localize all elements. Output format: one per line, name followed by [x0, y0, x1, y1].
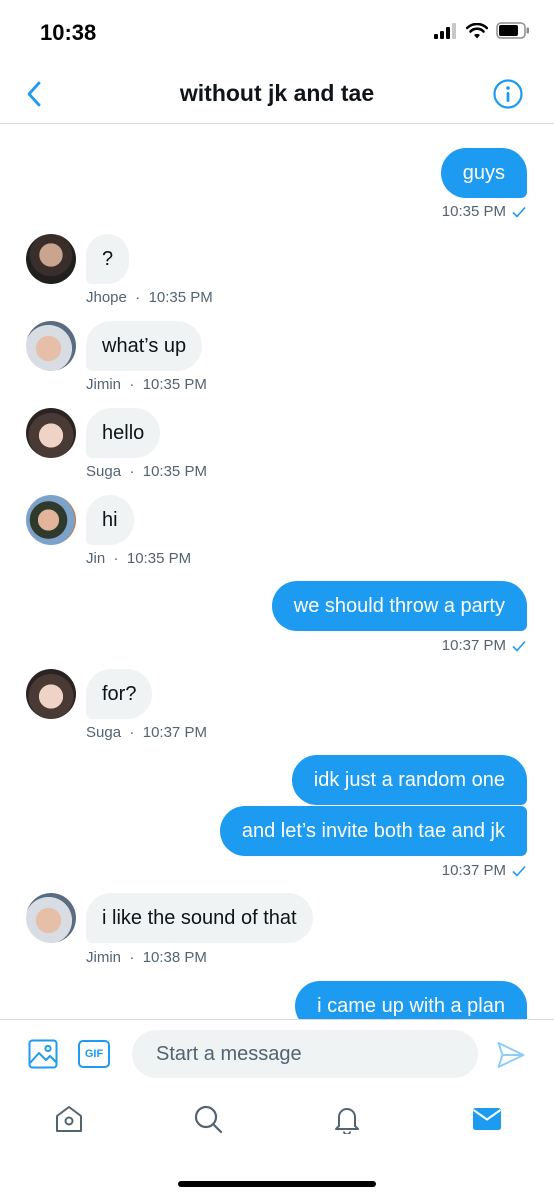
meta-separator: ·	[125, 724, 139, 741]
message-time: 10:37 PM	[441, 862, 506, 879]
suga-avatar[interactable]	[26, 408, 76, 458]
message-meta: Suga · 10:35 PM	[86, 463, 207, 480]
message-bubble-sent[interactable]: i came up with a plan	[295, 981, 527, 1019]
message-bubble-sent[interactable]: and let’s invite both tae and jk	[219, 806, 527, 856]
read-check-icon	[512, 640, 526, 652]
jhope-avatar[interactable]	[26, 234, 76, 284]
messages-icon	[472, 1108, 502, 1130]
signal-icon	[434, 22, 456, 39]
message-list[interactable]: guys 10:35 PM ? Jhope · 10:35 PM what’s …	[0, 125, 554, 1019]
tab-home[interactable]	[51, 1101, 87, 1137]
message-meta: Jin · 10:35 PM	[86, 550, 191, 567]
message-meta: 10:35 PM	[442, 203, 526, 220]
message-sender: Jhope	[86, 289, 127, 306]
meta-separator: ·	[125, 463, 139, 480]
read-check-icon	[512, 865, 526, 877]
message-sender: Suga	[86, 724, 122, 741]
info-icon	[493, 79, 523, 109]
message-meta: 10:37 PM	[442, 637, 526, 654]
meta-separator: ·	[131, 289, 145, 306]
meta-separator: ·	[125, 376, 139, 393]
message-time: 10:35 PM	[142, 463, 207, 480]
tab-search[interactable]	[190, 1101, 226, 1137]
meta-separator: ·	[109, 550, 123, 567]
message-bubble-received[interactable]: ?	[86, 234, 130, 284]
message-sender: Suga	[86, 463, 122, 480]
read-check-icon	[512, 206, 526, 218]
message-meta: Jhope · 10:35 PM	[86, 289, 213, 306]
status-icons	[434, 22, 530, 39]
suga-avatar[interactable]	[26, 669, 76, 719]
message-time: 10:37 PM	[441, 637, 506, 654]
message-bubble-received[interactable]: for?	[86, 669, 153, 719]
conversation-title: without jk and tae	[179, 80, 375, 106]
message-time: 10:35 PM	[126, 550, 192, 567]
image-icon	[28, 1039, 58, 1069]
jin-avatar[interactable]	[26, 495, 76, 545]
add-photo-button[interactable]	[28, 1039, 60, 1071]
jimin-avatar[interactable]	[26, 321, 76, 371]
message-time: 10:35 PM	[142, 376, 207, 393]
message-bubble-received[interactable]: hello	[86, 408, 161, 458]
gif-button[interactable]: GIF	[78, 1040, 110, 1068]
tab-messages[interactable]	[469, 1101, 505, 1137]
message-bubble-sent[interactable]: idk just a random one	[291, 755, 527, 805]
home-indicator[interactable]	[178, 1181, 376, 1187]
wifi-icon	[466, 22, 488, 38]
message-sender: Jimin	[86, 376, 122, 393]
tab-bar	[0, 1091, 554, 1151]
battery-icon	[496, 22, 529, 39]
meta-separator: ·	[125, 949, 139, 966]
message-bubble-sent[interactable]: guys	[440, 148, 527, 198]
message-bubble-received[interactable]: hi	[86, 495, 134, 545]
tab-notifications[interactable]	[329, 1101, 365, 1137]
conversation-info-button[interactable]	[492, 78, 524, 110]
send-icon	[497, 1042, 525, 1068]
message-time: 10:35 PM	[148, 289, 213, 306]
message-sender: Jimin	[86, 949, 122, 966]
message-meta: Jimin · 10:38 PM	[86, 949, 207, 966]
status-time: 10:38	[40, 20, 97, 45]
message-time: 10:35 PM	[441, 203, 506, 220]
message-meta: 10:37 PM	[442, 862, 526, 879]
home-icon	[56, 1106, 82, 1132]
message-bubble-received[interactable]: i like the sound of that	[86, 893, 313, 943]
send-button[interactable]	[496, 1040, 526, 1070]
message-time: 10:38 PM	[142, 949, 207, 966]
conversation-header: without jk and tae	[0, 62, 554, 124]
message-meta: Suga · 10:37 PM	[86, 724, 207, 741]
message-input[interactable]	[132, 1030, 478, 1078]
message-bubble-received[interactable]: what’s up	[86, 321, 203, 371]
message-composer: GIF	[0, 1019, 554, 1091]
message-bubble-sent[interactable]: we should throw a party	[271, 581, 527, 631]
jimin-avatar[interactable]	[26, 893, 76, 943]
message-meta: Jimin · 10:35 PM	[86, 376, 207, 393]
message-time: 10:37 PM	[142, 724, 207, 741]
status-bar: 10:38	[0, 0, 554, 62]
search-icon	[194, 1105, 223, 1134]
message-sender: Jin	[86, 550, 106, 567]
notifications-icon	[335, 1108, 359, 1134]
